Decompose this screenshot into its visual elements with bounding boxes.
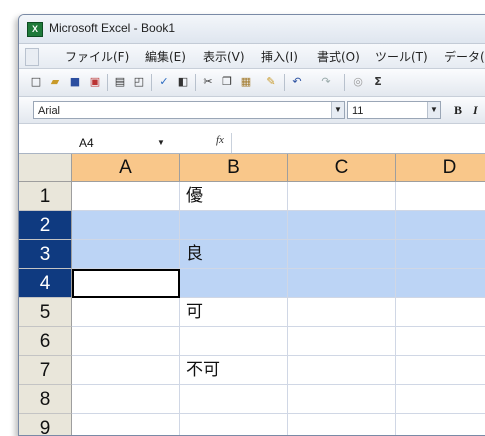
cell-b8[interactable] [180,385,288,414]
cell-b5[interactable]: 可 [180,298,288,327]
new-icon[interactable]: □ [29,75,43,89]
cell-b3[interactable]: 良 [180,240,288,269]
column-header-c[interactable]: C [288,154,396,182]
cell-d7[interactable] [396,356,485,385]
row-header-3[interactable]: 3 [19,240,72,269]
excel-window: X Microsoft Excel - Book1 ファイル(F) 編集(E) … [18,14,485,436]
cell-a4[interactable] [72,269,180,298]
column-header-b[interactable]: B [180,154,288,182]
row-header-1[interactable]: 1 [19,182,72,211]
menu-insert[interactable]: 挿入(I) [261,48,298,65]
name-box[interactable]: A4 ▼ [31,134,171,152]
cell-d2[interactable] [396,211,485,240]
chevron-down-icon[interactable]: ▼ [427,102,440,118]
menu-data[interactable]: データ(D) [444,48,485,65]
font-name-select[interactable]: Arial ▼ [33,101,345,119]
cell-a7[interactable] [72,356,180,385]
chevron-down-icon[interactable]: ▼ [157,134,165,152]
select-all-button[interactable] [19,154,72,182]
spelling-icon[interactable]: ✓ [157,75,171,89]
cell-b1[interactable]: 優 [180,182,288,211]
cell-a5[interactable] [72,298,180,327]
menu-tools[interactable]: ツール(T) [375,48,428,65]
autosum-icon[interactable]: Σ [371,75,385,89]
cut-icon[interactable]: ✂ [201,75,215,89]
print-icon[interactable]: ▤ [113,75,127,89]
research-icon[interactable]: ◧ [176,75,190,89]
document-icon[interactable] [25,48,39,66]
cell-c2[interactable] [288,211,396,240]
redo-icon[interactable]: ↷ [319,75,333,89]
copy-icon[interactable]: ❐ [220,75,234,89]
cell-b6[interactable] [180,327,288,356]
row-header-5[interactable]: 5 [19,298,72,327]
title-bar[interactable]: X Microsoft Excel - Book1 [19,15,485,44]
cell-a9[interactable] [72,414,180,435]
save-icon[interactable]: ■ [68,75,82,89]
permission-icon[interactable]: ▣ [88,75,102,89]
chevron-down-icon[interactable]: ▼ [331,102,344,118]
cell-d9[interactable] [396,414,485,435]
excel-icon[interactable]: X [27,22,43,37]
standard-toolbar: □ ▰ ■ ▣ ▤ ◰ ✓ ◧ ✂ ❐ ▦ ✎ ↶ ↷ ◎ Σ [19,69,485,97]
paste-icon[interactable]: ▦ [239,75,253,89]
row-header-7[interactable]: 7 [19,356,72,385]
cell-a6[interactable] [72,327,180,356]
open-icon[interactable]: ▰ [48,75,62,89]
insert-function-icon[interactable]: fx [216,134,224,146]
font-size-value: 11 [352,105,364,117]
cell-d8[interactable] [396,385,485,414]
cell-a8[interactable] [72,385,180,414]
row-header-9[interactable]: 9 [19,414,72,435]
italic-button[interactable]: I [473,101,478,119]
menu-format[interactable]: 書式(O) [317,48,360,65]
cell-c8[interactable] [288,385,396,414]
cell-c4[interactable] [288,269,396,298]
row-header-6[interactable]: 6 [19,327,72,356]
print-preview-icon[interactable]: ◰ [132,75,146,89]
menu-bar: ファイル(F) 編集(E) 表示(V) 挿入(I) 書式(O) ツール(T) デ… [19,44,485,69]
cell-b2[interactable] [180,211,288,240]
row-header-4[interactable]: 4 [19,269,72,298]
cell-a1[interactable] [72,182,180,211]
window-title: Microsoft Excel - Book1 [49,21,176,35]
column-header-d[interactable]: D [396,154,485,182]
row-header-2[interactable]: 2 [19,211,72,240]
cell-a3[interactable] [72,240,180,269]
cell-b4[interactable] [180,269,288,298]
cell-a2[interactable] [72,211,180,240]
cell-d6[interactable] [396,327,485,356]
cell-b7[interactable]: 不可 [180,356,288,385]
cell-d4[interactable] [396,269,485,298]
cell-d5[interactable] [396,298,485,327]
bold-button[interactable]: B [454,101,462,119]
cell-c7[interactable] [288,356,396,385]
menu-edit[interactable]: 編集(E) [145,48,186,65]
cell-c6[interactable] [288,327,396,356]
format-painter-icon[interactable]: ✎ [264,75,278,89]
cell-d3[interactable] [396,240,485,269]
font-size-select[interactable]: 11 ▼ [347,101,441,119]
cell-d1[interactable] [396,182,485,211]
undo-icon[interactable]: ↶ [290,75,304,89]
formatting-toolbar: Arial ▼ 11 ▼ B I [19,97,485,124]
formula-bar: A4 ▼ fx [19,133,485,154]
font-name-value: Arial [38,105,61,117]
menu-view[interactable]: 表示(V) [203,48,245,65]
name-box-value: A4 [79,136,94,150]
column-header-a[interactable]: A [72,154,180,182]
cell-b9[interactable] [180,414,288,435]
cell-c1[interactable] [288,182,396,211]
hyperlink-icon[interactable]: ◎ [351,75,365,89]
cell-c9[interactable] [288,414,396,435]
cell-c3[interactable] [288,240,396,269]
cell-c5[interactable] [288,298,396,327]
menu-file[interactable]: ファイル(F) [65,48,129,65]
row-header-8[interactable]: 8 [19,385,72,414]
